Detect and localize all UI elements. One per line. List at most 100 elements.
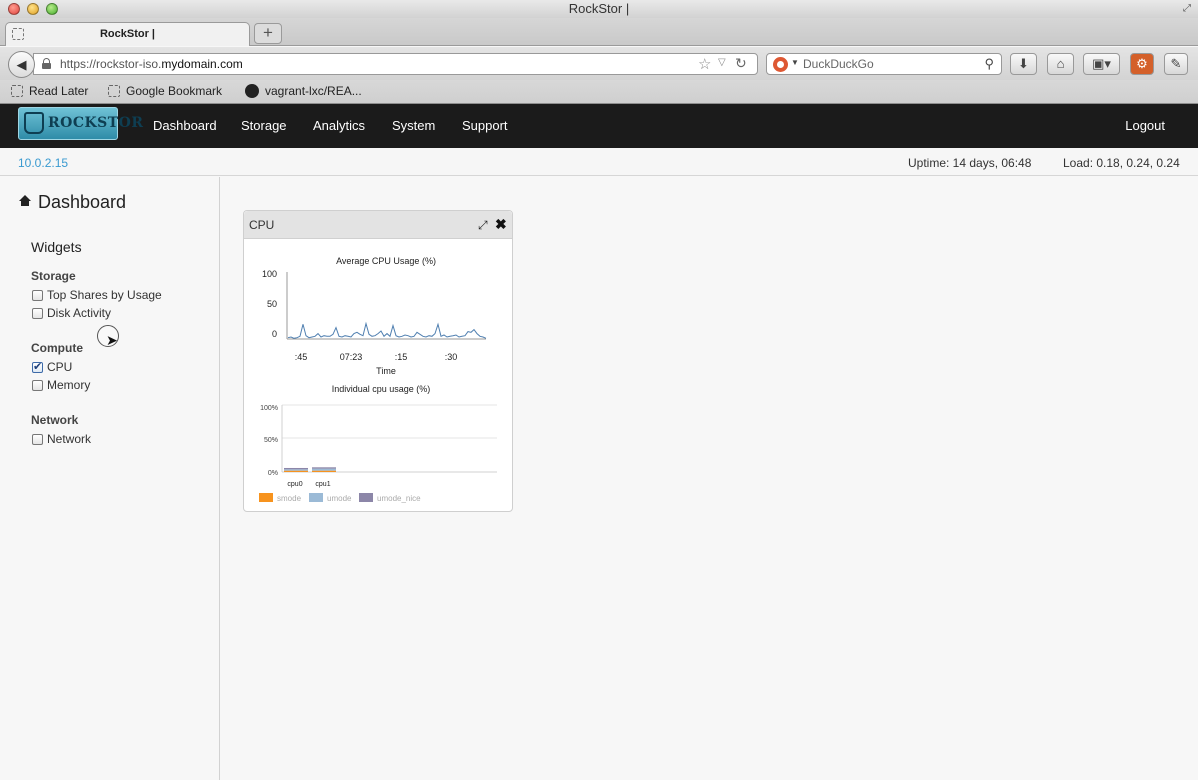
bookmarks-bar: Read Later Google Bookmark vagrant-lxc/R… [0,80,1198,104]
widgets-heading: Widgets [31,239,82,255]
fullscreen-icon[interactable]: ⤢ [1183,3,1191,14]
duckduckgo-icon [773,57,788,72]
line-chart-title: Average CPU Usage (%) [336,256,436,266]
bookmark-icon [108,85,120,97]
x-tick-label: 07:23 [340,352,363,362]
close-icon[interactable]: ✖ [495,216,507,233]
browser-tab[interactable]: RockStor | [5,22,250,46]
nav-dashboard[interactable]: Dashboard [153,118,217,133]
window-titlebar: RockStor | ⤢ [0,0,1198,18]
nav-support[interactable]: Support [462,118,508,133]
lock-icon [42,58,51,69]
uptime-text: Uptime: 14 days, 06:48 [908,156,1032,170]
app-navbar: ROCKSTOR Dashboard Storage Analytics Sys… [0,104,1198,148]
url-text[interactable]: https://rockstor-iso.mydomain.com [60,57,243,71]
widget-toggle-cpu[interactable]: CPU [32,360,72,374]
new-tab-button[interactable]: + [254,23,282,44]
bookmarks-icon: ▣▾ [1092,56,1111,71]
y-tick-label: 50 [267,299,277,309]
bar-cpu1-smode [312,470,336,472]
legend-label: umode [327,494,352,503]
github-icon [245,84,259,98]
bar-series-group [284,467,336,472]
minimize-window-button[interactable] [27,3,39,15]
line-series-group [287,321,487,339]
home-icon: ⌂ [1056,56,1065,71]
widget-toggle-disk-activity[interactable]: Disk Activity [32,306,111,320]
checkbox-checked[interactable] [32,360,43,373]
widget-toggle-network[interactable]: Network [32,432,91,446]
url-bar[interactable]: https://rockstor-iso.mydomain.com ☆ ▽ ↻ [33,53,758,75]
legend-swatch-umode-nice [359,493,373,502]
addon-button-2[interactable]: ✎ [1164,53,1188,75]
logout-link[interactable]: Logout [1125,118,1165,133]
search-engine-dropdown-icon[interactable]: ▼ [791,58,799,67]
tab-title: RockStor | [99,28,156,40]
close-window-button[interactable] [8,3,20,15]
window-title: RockStor | [568,1,630,16]
y-tick-label: 0% [268,470,278,477]
extension-icon: ✎ [1170,56,1182,71]
nav-analytics[interactable]: Analytics [313,118,365,133]
sidebar: Dashboard Widgets Storage Top Shares by … [0,177,220,780]
page-title: Dashboard [38,192,127,212]
search-bar[interactable]: ▼ DuckDuckGo ⚲ [766,53,1002,75]
bookmarks-menu-button[interactable]: ▣▾ [1083,53,1120,75]
home-button[interactable]: ⌂ [1047,53,1074,75]
bookmark-icon [11,85,23,97]
download-arrow-icon: ⬇ [1018,56,1029,71]
legend-label: smode [277,494,302,503]
y-tick-label: 100% [260,405,278,412]
cpu-charts: Average CPU Usage (%) 100 50 0 :45 07:23… [259,256,497,503]
x-tick-label: :30 [445,352,458,362]
reload-icon[interactable]: ↻ [735,55,747,72]
checkbox[interactable] [32,380,43,391]
rock-hand-icon [24,112,44,134]
bar-cpu1-umode_nice [312,467,336,469]
bar-chart-title: Individual cpu usage (%) [332,384,431,394]
cpu-widget: CPU ⤢ ✖ Average CPU Usage (%) 100 50 0 :… [243,210,513,512]
addon-button[interactable]: ⚙ [1130,53,1154,75]
bar-cpu0-smode [284,470,308,472]
cpu-usage-line [287,321,487,339]
group-storage: Storage [31,269,76,283]
x-axis-label: Time [376,366,396,376]
load-text: Load: 0.18, 0.24, 0.24 [1063,156,1180,170]
nav-system[interactable]: System [392,118,435,133]
back-button[interactable]: ◀ [8,51,35,78]
x-tick-label: :45 [295,352,308,362]
tab-strip: RockStor | + [0,18,1198,46]
downloads-button[interactable]: ⬇ [1010,53,1037,75]
rockstor-logo[interactable]: ROCKSTOR [18,107,143,140]
bar-cpu1-umode [312,468,336,471]
widget-toggle-top-shares[interactable]: Top Shares by Usage [32,288,162,302]
widget-header[interactable]: CPU ⤢ ✖ [244,211,512,239]
group-compute: Compute [31,341,83,355]
host-ip-link[interactable]: 10.0.2.15 [18,156,68,170]
bookmark-read-later[interactable]: Read Later [11,84,88,98]
mouse-pointer-icon: ➤ [106,332,118,348]
legend-label: umode_nice [377,494,421,503]
bar-cpu0-umode_nice [284,467,308,470]
nav-storage[interactable]: Storage [241,118,287,133]
widget-toggle-memory[interactable]: Memory [32,378,90,392]
history-dropdown-icon[interactable]: ▽ [718,57,726,68]
group-network: Network [31,413,79,427]
browser-toolbar: https://rockstor-iso.mydomain.com ☆ ▽ ↻ … [0,47,1198,80]
checkbox[interactable] [32,308,43,319]
bookmark-vagrant-lxc[interactable]: vagrant-lxc/REA... [245,84,362,98]
y-tick-label: 0 [272,329,277,339]
bar-cpu0-umode [284,469,308,471]
bookmark-google[interactable]: Google Bookmark [108,84,222,98]
y-tick-label: 50% [264,437,278,444]
search-input[interactable]: DuckDuckGo [803,57,874,71]
checkbox[interactable] [32,434,43,445]
x-tick-label: :15 [395,352,408,362]
legend-swatch-umode [309,493,323,502]
checkbox[interactable] [32,290,43,301]
expand-icon[interactable]: ⤢ [478,218,488,233]
status-bar: 10.0.2.15 Uptime: 14 days, 06:48 Load: 0… [0,148,1198,176]
zoom-window-button[interactable] [46,3,58,15]
search-icon[interactable]: ⚲ [984,56,994,72]
bookmark-star-icon[interactable]: ☆ [698,55,711,73]
